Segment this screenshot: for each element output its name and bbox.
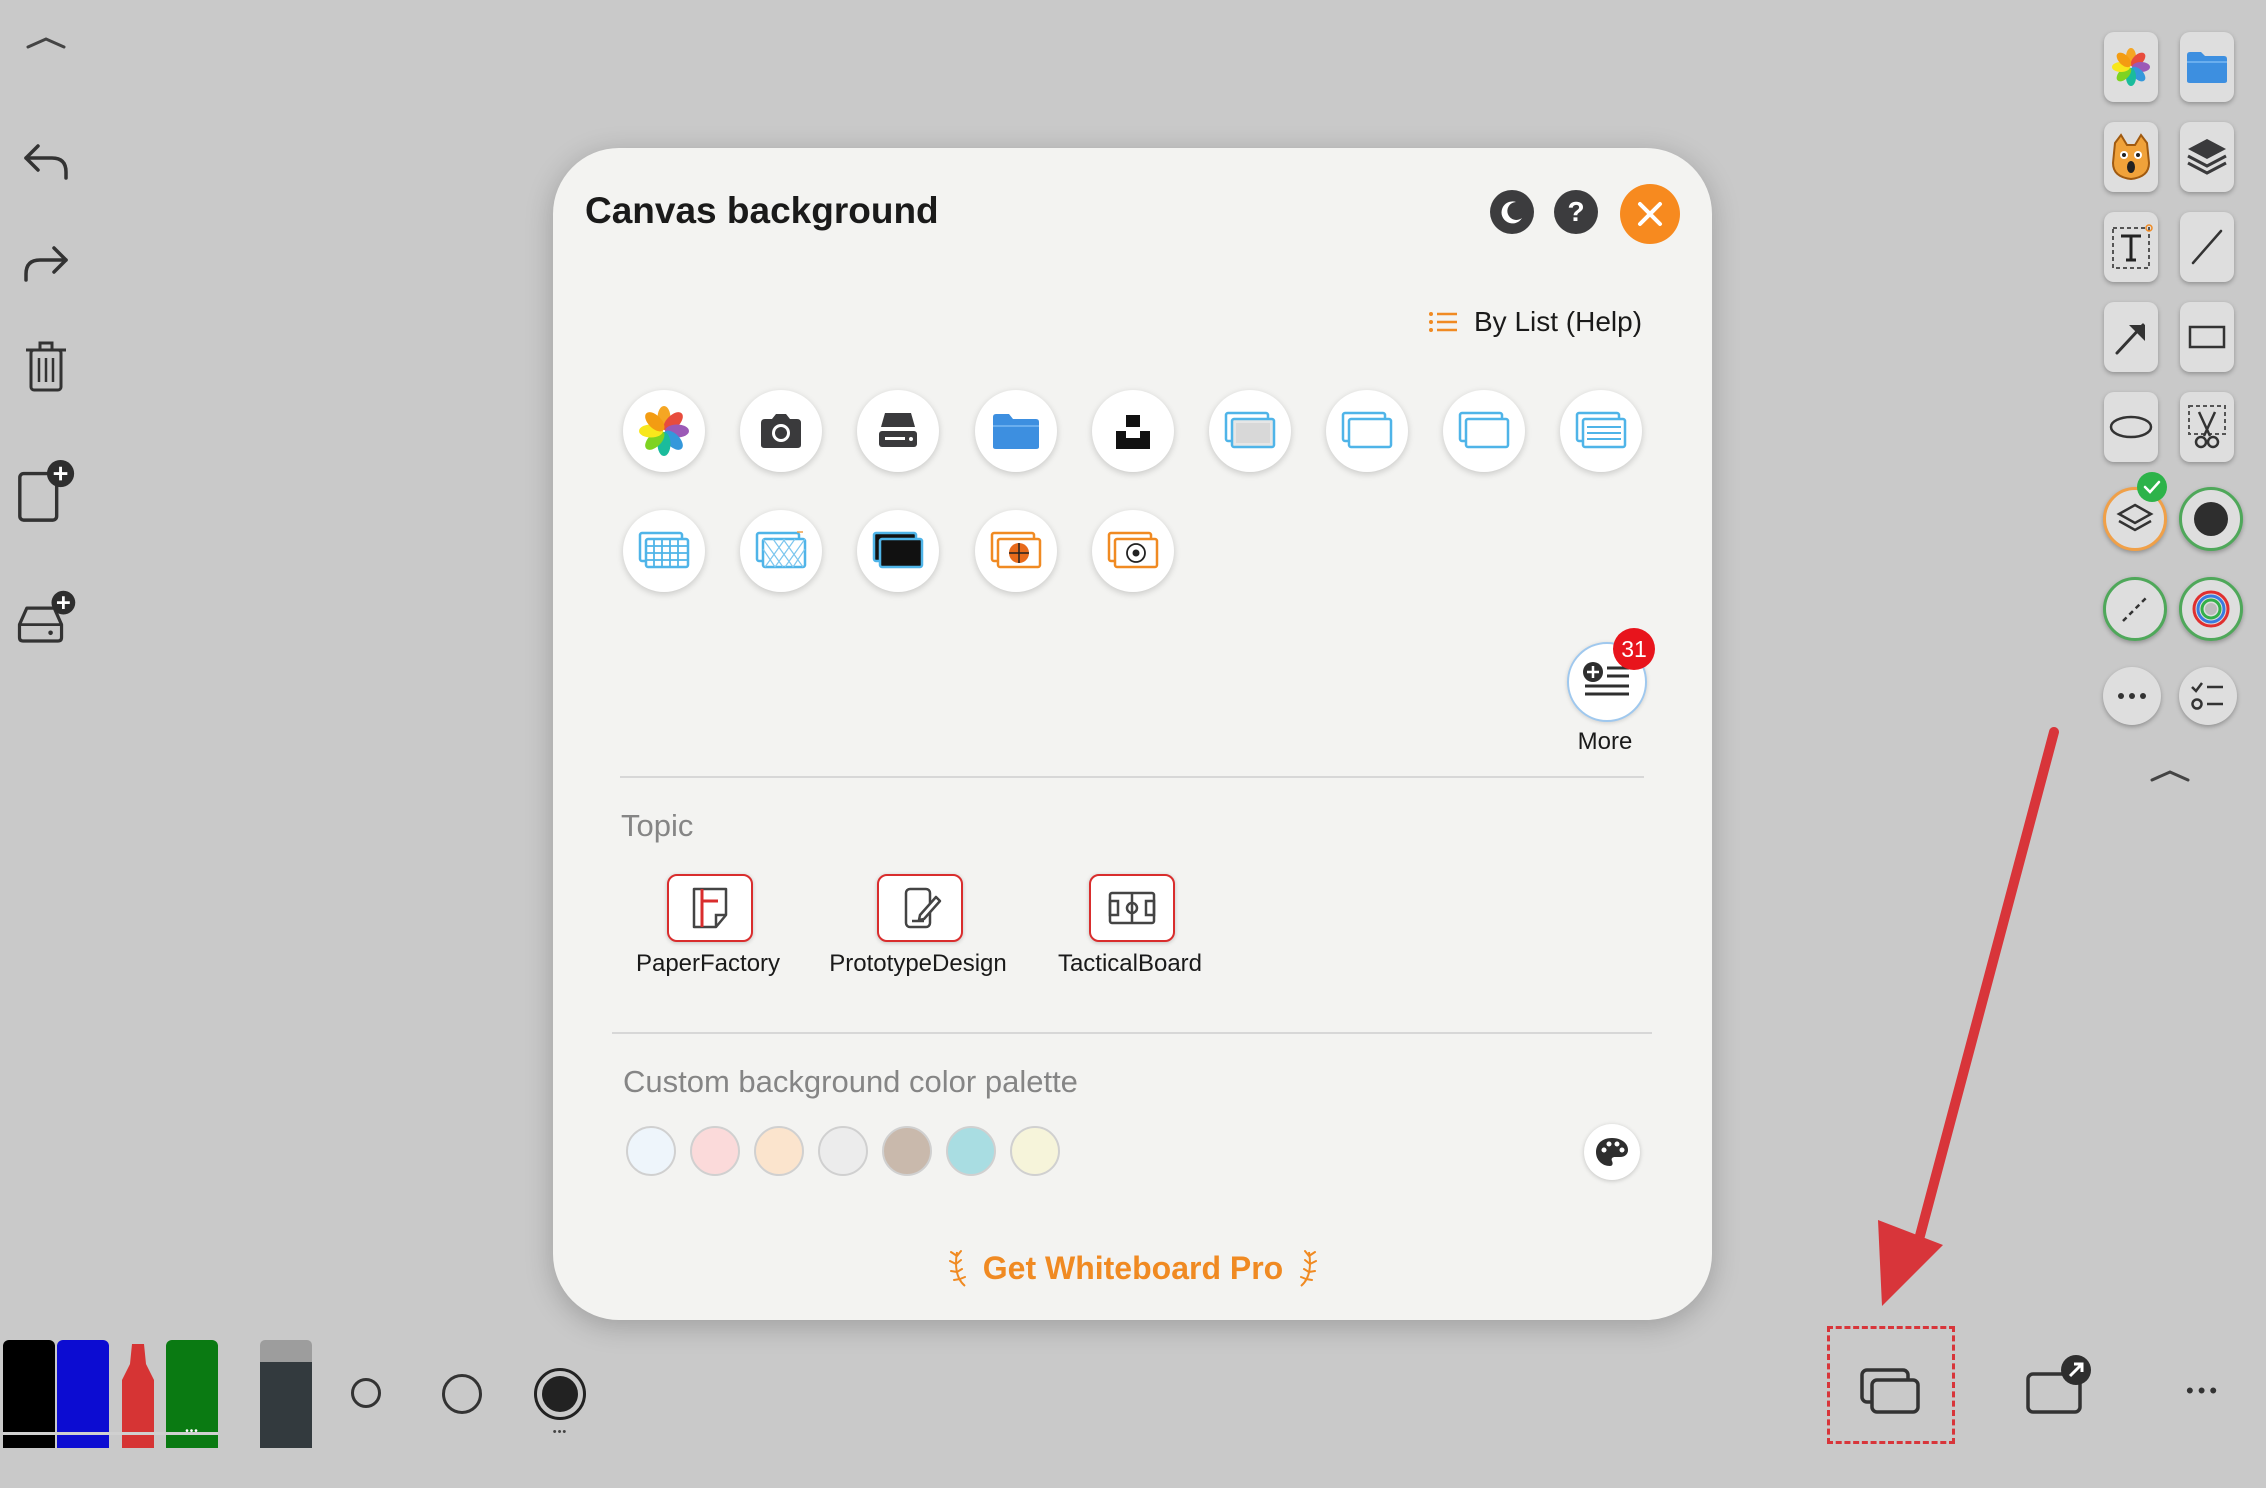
- marker-baseline: [3, 1432, 218, 1435]
- eraser-icon[interactable]: [260, 1340, 312, 1448]
- export-icon[interactable]: [2024, 1352, 2094, 1423]
- stroke-width-small[interactable]: [351, 1378, 381, 1408]
- stroke-width-medium[interactable]: [442, 1374, 482, 1414]
- more-menu-icon[interactable]: •••: [2186, 1378, 2221, 1404]
- canvas-background-icon[interactable]: [1858, 1366, 1922, 1423]
- red-highlighter[interactable]: [112, 1340, 164, 1453]
- width-more-dots: •••: [552, 1426, 568, 1438]
- stroke-width-large[interactable]: [534, 1368, 586, 1420]
- annotation-arrow: [1878, 727, 2059, 1306]
